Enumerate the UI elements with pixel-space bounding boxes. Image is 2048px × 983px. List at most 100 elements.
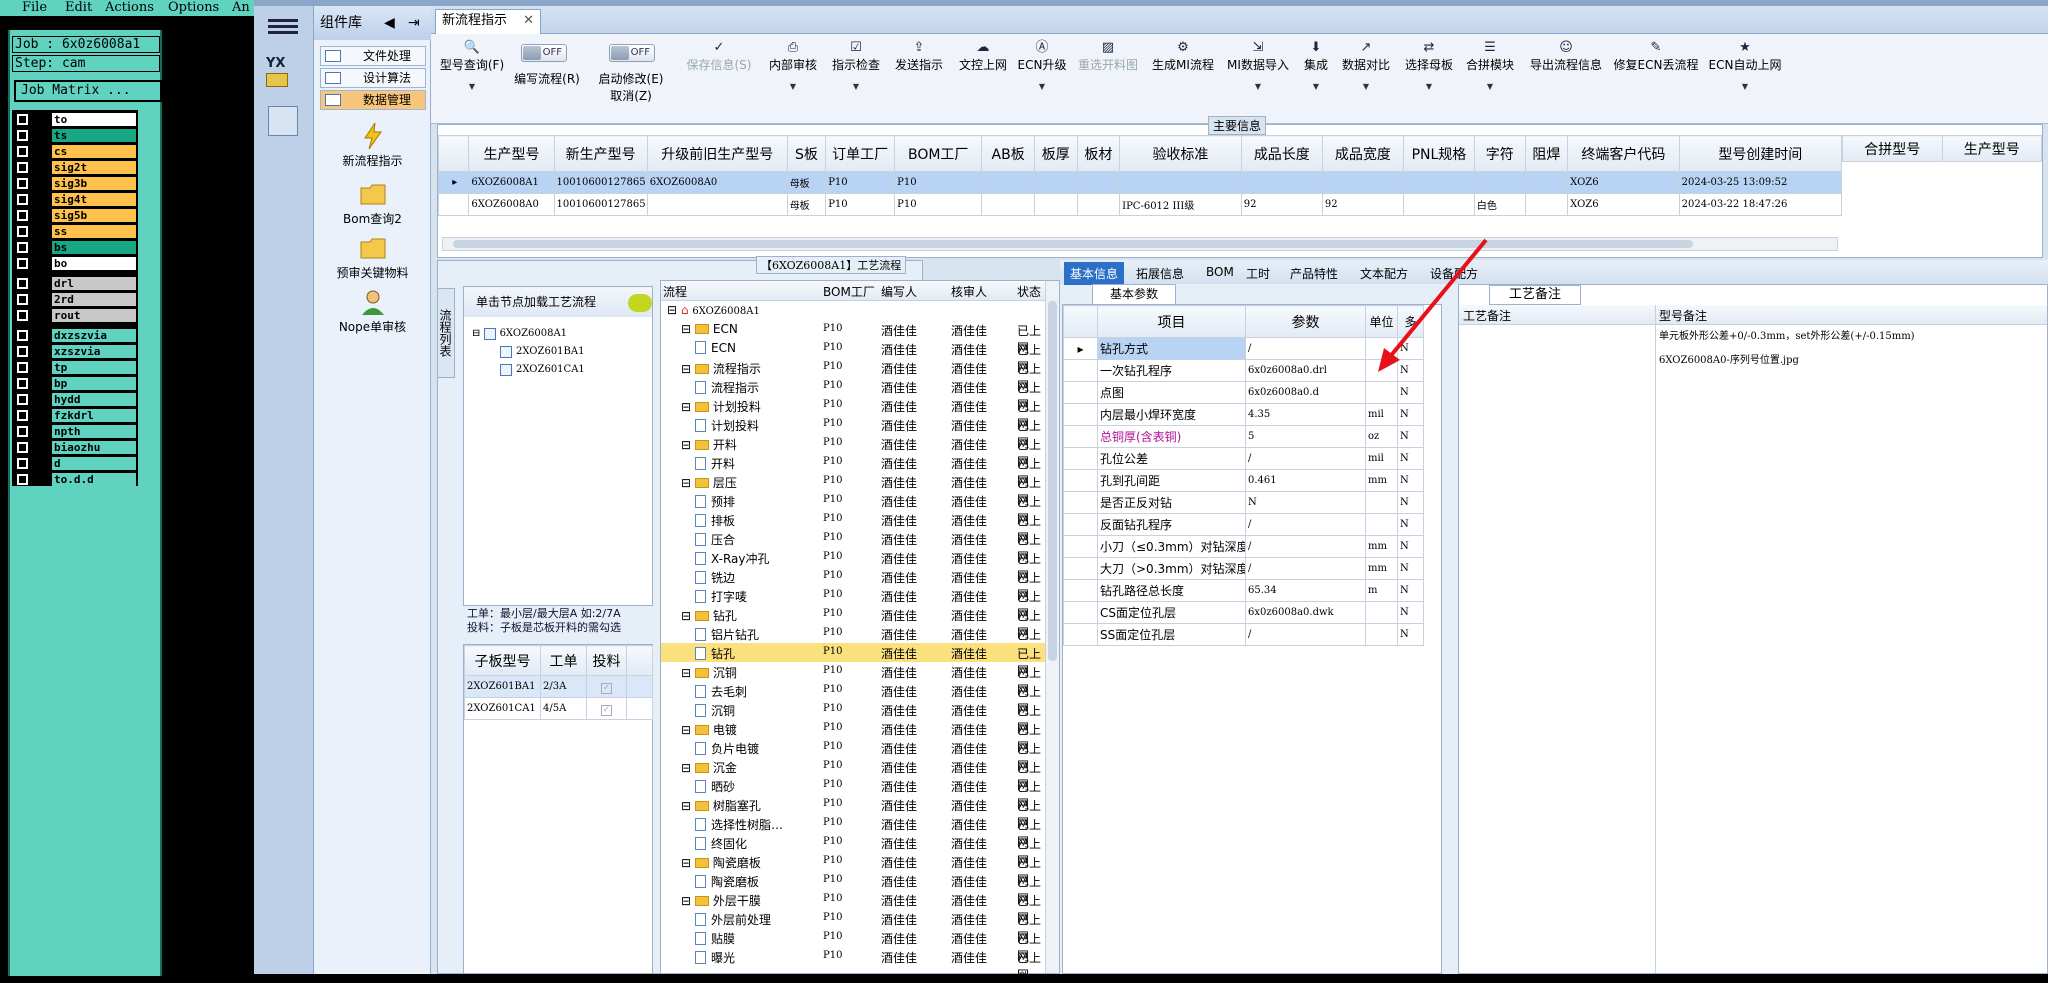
dropdown-arrow-icon[interactable]: ▼ <box>1337 79 1395 94</box>
layer-checkbox[interactable] <box>17 474 28 485</box>
off-toggle[interactable]: OFF <box>609 44 655 62</box>
layer-checkbox[interactable] <box>17 210 28 221</box>
layer-checkbox[interactable] <box>17 410 28 421</box>
layer-row[interactable]: sig2t <box>12 160 138 175</box>
toolbar-button[interactable]: ⚙ 生成MI流程 <box>1149 40 1217 73</box>
flow-row[interactable]: ⊟ 钻孔 P10 酒佳佳 酒佳佳 已上网 <box>661 605 1045 640</box>
flow-row[interactable]: 晒砂 P10 酒佳佳 酒佳佳 已上网 <box>661 776 1045 811</box>
flow-list-side-tab[interactable]: 流程列表 <box>437 288 455 378</box>
toolbar-button[interactable]: ✎ 修复ECN丢流程 <box>1613 40 1699 73</box>
detail-tab[interactable]: 文本配方 <box>1360 265 1408 282</box>
param-value[interactable]: / <box>1245 623 1366 646</box>
param-value[interactable]: 6x0z6008a0.dwk <box>1245 601 1366 624</box>
layer-row[interactable]: bo <box>12 256 138 271</box>
flow-row[interactable]: 压合 P10 酒佳佳 酒佳佳 已上网 <box>661 529 1045 564</box>
complib-data-management[interactable]: 数据管理 <box>320 90 426 110</box>
layer-checkbox[interactable] <box>17 130 28 141</box>
toolbar-button[interactable]: ⎙ 内部审核 ▼ <box>765 40 821 94</box>
toolbar-button[interactable]: ✓ 保存信息(S) <box>683 40 755 73</box>
flow-row[interactable]: ⊟ 外层干膜 P10 酒佳佳 酒佳佳 已上网 <box>661 890 1045 925</box>
layer-row[interactable]: d <box>12 456 138 471</box>
col-header[interactable]: AB板 <box>981 135 1035 172</box>
feed-checkbox[interactable]: ✓ <box>586 697 627 720</box>
detail-tab[interactable]: 工时 <box>1246 265 1270 282</box>
col-header[interactable]: 型号备注 <box>1659 307 1707 324</box>
dropdown-arrow-icon[interactable]: ▼ <box>1707 79 1783 94</box>
layer-row[interactable]: npth <box>12 424 138 439</box>
table-row[interactable]: 反面钻孔程序 / N <box>1063 513 1424 536</box>
table-row[interactable]: 内层最小焊环宽度 4.35 mil N <box>1063 403 1424 426</box>
flow-row[interactable]: 开料 P10 酒佳佳 酒佳佳 已上网 <box>661 453 1045 488</box>
collapse-icon[interactable]: ⊟ <box>681 400 695 414</box>
collapse-left-icon[interactable]: ◀ <box>384 6 395 40</box>
toolbar-button[interactable]: ⇪ 发送指示 <box>891 40 947 73</box>
flow-root-row[interactable]: ⊟ ⌂ 6XOZ6008A1 <box>661 301 1045 320</box>
layer-row[interactable]: hydd <box>12 392 138 407</box>
table-row[interactable]: 是否正反对钻 N N <box>1063 491 1424 514</box>
dropdown-arrow-icon[interactable]: ▼ <box>1017 79 1067 94</box>
dropdown-arrow-icon[interactable]: ▼ <box>765 79 821 94</box>
layer-checkbox[interactable] <box>17 310 28 321</box>
menu-edit[interactable]: Edit <box>65 0 92 15</box>
prereview-material-item[interactable]: 预审关键物料 <box>314 234 431 281</box>
param-value[interactable]: / <box>1245 337 1366 360</box>
flow-row[interactable]: 外层前处理 P10 酒佳佳 酒佳佳 已上网 <box>661 909 1045 944</box>
table-row[interactable]: 一次钻孔程序 6x0z6008a0.drl N <box>1063 359 1424 382</box>
layer-checkbox[interactable] <box>17 346 28 357</box>
detail-tab[interactable]: BOM <box>1206 265 1234 279</box>
col-header[interactable]: 验收标准 <box>1119 135 1242 172</box>
bom-query2-item[interactable]: Bom查询2 <box>314 180 431 227</box>
flow-row[interactable]: 排板 P10 酒佳佳 酒佳佳 已上网 <box>661 510 1045 545</box>
col-header[interactable]: 板厚 <box>1034 135 1078 172</box>
col-header[interactable]: 投料 <box>586 645 627 676</box>
toolbar-button[interactable]: ⇲ MI数据导入 ▼ <box>1223 40 1293 94</box>
col-header[interactable]: 升级前旧生产型号 <box>646 135 788 172</box>
table-row[interactable]: 6XOZ6008A0 10010600127865 母板 P10 P10 IPC-6012… <box>437 193 1843 216</box>
col-header[interactable]: 新生产型号 <box>553 135 648 172</box>
flow-row[interactable]: ⊟ 树脂塞孔 P10 酒佳佳 酒佳佳 已上网 <box>661 795 1045 830</box>
layer-row[interactable]: ss <box>12 224 138 239</box>
layer-checkbox[interactable] <box>17 114 28 125</box>
flow-row[interactable]: 铝片钻孔P10酒佳佳酒佳佳已上网 <box>661 624 1045 659</box>
collapse-icon[interactable]: ⊟ <box>681 476 695 490</box>
toolbar-button[interactable]: ⬇ 集成 ▼ <box>1299 40 1333 94</box>
toolbar-button[interactable]: ★ ECN自动上网 ▼ <box>1707 40 1783 94</box>
table-row[interactable]: 2XOZ601BA1 2/3A ✓ <box>464 675 653 698</box>
toolbar-button[interactable]: ▨ 重选开料图 <box>1073 40 1143 73</box>
layer-checkbox[interactable] <box>17 378 28 389</box>
flow-row[interactable]: 陶瓷磨板 P10 酒佳佳 酒佳佳 已上网 <box>661 871 1045 906</box>
layer-checkbox[interactable] <box>17 394 28 405</box>
table-row[interactable]: 大刀（>0.3mm）对钻深度 / mm N <box>1063 557 1424 580</box>
flow-row[interactable]: ⊟ 沉铜 P10 酒佳佳 酒佳佳 已上网 <box>661 662 1045 697</box>
flow-row[interactable]: 贴膜 P10 酒佳佳 酒佳佳 已上网 <box>661 928 1045 963</box>
collapse-icon[interactable]: ⊟ <box>681 894 695 908</box>
detail-tab[interactable]: 设备配方 <box>1430 265 1478 282</box>
col-header[interactable]: 工艺备注 <box>1463 307 1511 324</box>
dropdown-arrow-icon[interactable]: ▼ <box>1299 79 1333 94</box>
toggle-caption[interactable]: 编写流程(R) <box>511 70 583 87</box>
flow-row[interactable]: 曝光 P10 酒佳佳 酒佳佳 已上网 <box>661 947 1045 982</box>
layer-checkbox[interactable] <box>17 194 28 205</box>
layer-checkbox[interactable] <box>17 362 28 373</box>
layer-row[interactable]: rout <box>12 308 138 323</box>
col-header[interactable]: 订单工厂 <box>825 135 896 172</box>
layer-row[interactable]: dxzszvia <box>12 328 138 343</box>
table-row[interactable]: 钻孔路径总长度 65.34 m N <box>1063 579 1424 602</box>
col-header[interactable]: 流程 <box>663 283 687 300</box>
layer-row[interactable]: sig5b <box>12 208 138 223</box>
layer-row[interactable]: drl <box>12 276 138 291</box>
layer-row[interactable]: bp <box>12 376 138 391</box>
genesis-canvas[interactable] <box>162 30 254 976</box>
col-header[interactable]: 子板型号 <box>464 645 541 676</box>
layer-checkbox[interactable] <box>17 330 28 341</box>
collapse-icon[interactable]: ⊟ <box>681 322 695 336</box>
layer-checkbox[interactable] <box>17 294 28 305</box>
layer-checkbox[interactable] <box>17 162 28 173</box>
param-value[interactable]: N <box>1245 491 1366 514</box>
merge-col-header[interactable]: 生产型号 <box>1941 135 2042 162</box>
flow-row[interactable]: 流程指示 P10 酒佳佳 酒佳佳 已上网 <box>661 377 1045 412</box>
dropdown-arrow-icon[interactable]: ▼ <box>1223 79 1293 94</box>
collapse-icon[interactable]: ⊟ <box>681 666 695 680</box>
layer-row[interactable]: ts <box>12 128 138 143</box>
toolbar-button[interactable]: 🔍 型号查询(F) ▼ <box>437 40 507 94</box>
